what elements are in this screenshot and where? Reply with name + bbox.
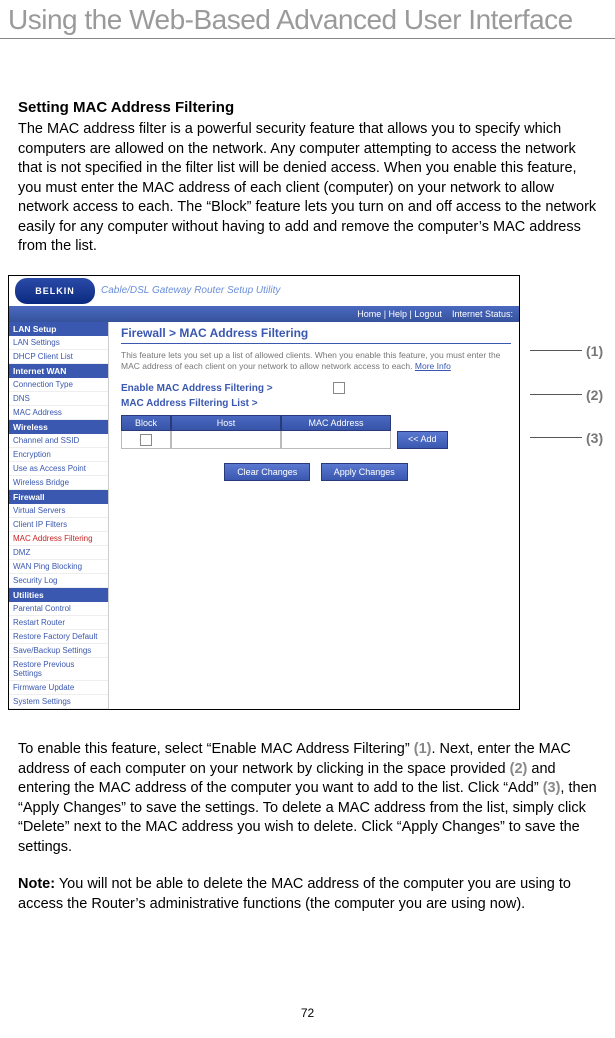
sidebar-item[interactable]: Client IP Filters bbox=[9, 518, 108, 532]
sidebar-group-head: Wireless bbox=[9, 420, 108, 434]
filter-list-label: MAC Address Filtering List > bbox=[121, 398, 258, 409]
page-title: Using the Web-Based Advanced User Interf… bbox=[0, 0, 615, 39]
sidebar-item[interactable]: System Settings bbox=[9, 695, 108, 709]
mac-table: Block Host MAC Address << Add bbox=[121, 415, 511, 449]
callout-2: (2) bbox=[586, 387, 603, 403]
sidebar-item[interactable]: Firmware Update bbox=[9, 681, 108, 695]
sidebar-item[interactable]: Connection Type bbox=[9, 378, 108, 392]
host-cell[interactable] bbox=[171, 431, 281, 449]
sidebar-group-head: Internet WAN bbox=[9, 364, 108, 378]
mac-cell[interactable] bbox=[281, 431, 391, 449]
enable-filter-checkbox[interactable] bbox=[333, 382, 345, 394]
sidebar-group-head: LAN Setup bbox=[9, 322, 108, 336]
page-number: 72 bbox=[0, 1006, 615, 1020]
sidebar-item[interactable]: Use as Access Point bbox=[9, 462, 108, 476]
utility-title: Cable/DSL Gateway Router Setup Utility bbox=[101, 285, 280, 296]
breadcrumb: Firewall > MAC Address Filtering bbox=[121, 326, 511, 344]
sidebar-item[interactable]: DHCP Client List bbox=[9, 350, 108, 364]
col-host: Host bbox=[171, 415, 281, 431]
section-heading: Setting MAC Address Filtering bbox=[18, 99, 597, 116]
callout-1: (1) bbox=[586, 343, 603, 359]
sidebar-nav: LAN SetupLAN SettingsDHCP Client ListInt… bbox=[9, 322, 109, 709]
add-button[interactable]: << Add bbox=[397, 431, 448, 449]
enable-filter-label: Enable MAC Address Filtering > bbox=[121, 383, 273, 394]
apply-changes-button[interactable]: Apply Changes bbox=[321, 463, 408, 481]
sidebar-item[interactable]: MAC Address bbox=[9, 406, 108, 420]
internet-status-label: Internet Status: bbox=[452, 309, 513, 319]
sidebar-item[interactable]: Encryption bbox=[9, 448, 108, 462]
sidebar-item[interactable]: Restore Factory Default bbox=[9, 630, 108, 644]
col-mac: MAC Address bbox=[281, 415, 391, 431]
callout-3: (3) bbox=[586, 430, 603, 446]
more-info-link[interactable]: More Info bbox=[415, 361, 451, 371]
sidebar-item[interactable]: Wireless Bridge bbox=[9, 476, 108, 490]
sidebar-item[interactable]: WAN Ping Blocking bbox=[9, 560, 108, 574]
sidebar-item[interactable]: Restart Router bbox=[9, 616, 108, 630]
clear-changes-button[interactable]: Clear Changes bbox=[224, 463, 310, 481]
sidebar-item[interactable]: Virtual Servers bbox=[9, 504, 108, 518]
sidebar-item[interactable]: Security Log bbox=[9, 574, 108, 588]
sidebar-item[interactable]: Restore Previous Settings bbox=[9, 658, 108, 681]
note-paragraph: Note: You will not be able to delete the… bbox=[18, 875, 597, 914]
sidebar-item[interactable]: LAN Settings bbox=[9, 336, 108, 350]
block-checkbox[interactable] bbox=[140, 434, 152, 446]
feature-description: This feature lets you set up a list of a… bbox=[121, 350, 511, 372]
topbar-links[interactable]: Home | Help | Logout bbox=[357, 309, 442, 319]
intro-paragraph: The MAC address filter is a powerful sec… bbox=[18, 120, 597, 257]
sidebar-item[interactable]: Save/Backup Settings bbox=[9, 644, 108, 658]
col-block: Block bbox=[121, 415, 171, 431]
belkin-logo: BELKIN bbox=[15, 278, 95, 304]
sidebar-group-head: Utilities bbox=[9, 588, 108, 602]
instructions-paragraph: To enable this feature, select “Enable M… bbox=[18, 740, 597, 857]
router-ui-screenshot: BELKIN Cable/DSL Gateway Router Setup Ut… bbox=[8, 275, 520, 710]
sidebar-group-head: Firewall bbox=[9, 490, 108, 504]
sidebar-item[interactable]: Channel and SSID bbox=[9, 434, 108, 448]
top-nav-bar: Home | Help | Logout Internet Status: bbox=[9, 306, 519, 322]
sidebar-item[interactable]: MAC Address Filtering bbox=[9, 532, 108, 546]
sidebar-item[interactable]: DNS bbox=[9, 392, 108, 406]
sidebar-item[interactable]: DMZ bbox=[9, 546, 108, 560]
sidebar-item[interactable]: Parental Control bbox=[9, 602, 108, 616]
